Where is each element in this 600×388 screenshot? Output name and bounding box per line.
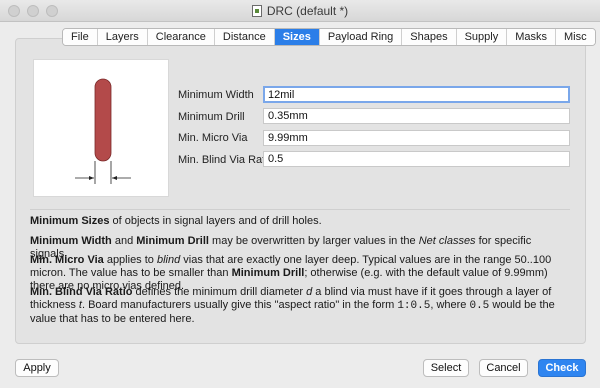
tab-bar: File Layers Clearance Distance Sizes Pay… bbox=[62, 28, 596, 46]
min-micro-via-label: Min. Micro Via bbox=[178, 132, 248, 144]
arrowhead-right bbox=[112, 176, 117, 180]
tab-clearance[interactable]: Clearance bbox=[147, 29, 215, 45]
window-title: DRC (default *) bbox=[266, 4, 349, 18]
min-blind-via-ratio-field[interactable] bbox=[263, 151, 570, 167]
section-divider bbox=[30, 209, 570, 210]
apply-button[interactable]: Apply bbox=[15, 359, 59, 377]
window-title-group: DRC (default *) bbox=[0, 0, 600, 22]
tab-shapes[interactable]: Shapes bbox=[402, 29, 457, 45]
min-blind-via-ratio-label: Min. Blind Via Ratio bbox=[178, 154, 274, 166]
tab-masks[interactable]: Masks bbox=[507, 29, 557, 45]
cancel-button[interactable]: Cancel bbox=[479, 359, 528, 377]
tab-layers[interactable]: Layers bbox=[97, 29, 148, 45]
arrowhead-left bbox=[89, 176, 94, 180]
tab-sizes[interactable]: Sizes bbox=[274, 29, 320, 45]
tab-file[interactable]: File bbox=[63, 29, 98, 45]
help-paragraph-minimum-sizes: Minimum Sizes of objects in signal layer… bbox=[30, 215, 322, 227]
trace-width-preview bbox=[33, 59, 169, 197]
select-button[interactable]: Select bbox=[423, 359, 469, 377]
title-bar: DRC (default *) bbox=[0, 0, 600, 22]
tab-annular-ring[interactable]: Payload Ring bbox=[319, 29, 403, 45]
help-paragraph-blind-via-ratio: Min. Blind Via Ratio defines the minimum… bbox=[30, 286, 555, 325]
check-button[interactable]: Check bbox=[538, 359, 586, 377]
tab-misc[interactable]: Misc bbox=[556, 29, 595, 45]
minimum-width-label: Minimum Width bbox=[178, 89, 254, 101]
tab-distance[interactable]: Distance bbox=[214, 29, 275, 45]
min-micro-via-field[interactable] bbox=[263, 130, 570, 146]
trace-shape bbox=[94, 78, 112, 162]
trace-width-diagram bbox=[75, 78, 131, 184]
tab-supply[interactable]: Supply bbox=[456, 29, 508, 45]
minimum-drill-field[interactable] bbox=[263, 108, 570, 124]
minimum-width-field[interactable] bbox=[263, 86, 570, 103]
minimum-drill-label: Minimum Drill bbox=[178, 111, 245, 123]
document-icon bbox=[251, 5, 262, 17]
